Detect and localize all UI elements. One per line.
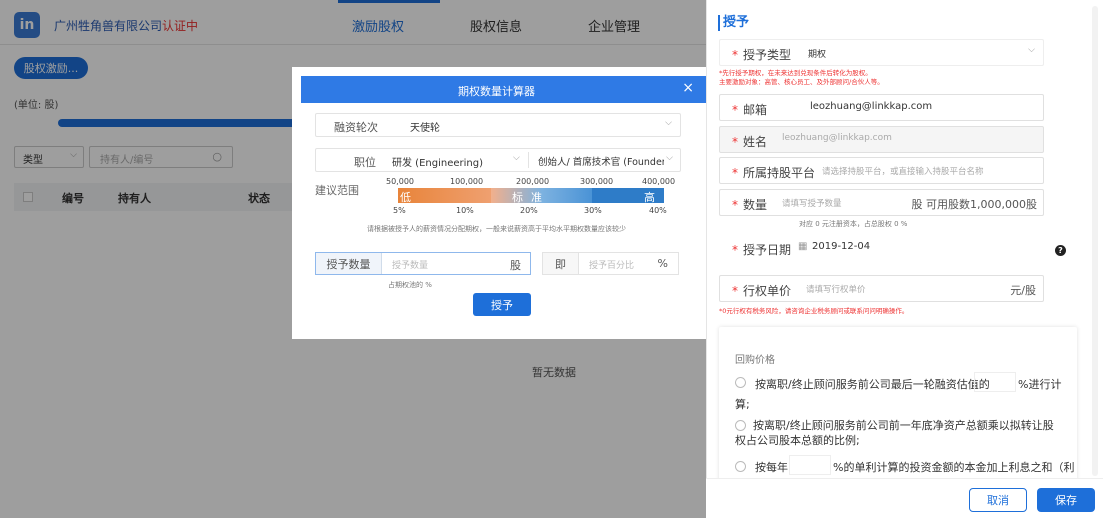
grant-date-field[interactable]: * 授予日期 ▦ 2019-12-04 [719, 234, 1044, 261]
range-hint: 请根据被授予人的薪资情况分配期权，一般来说薪资高于平均水平期权数量应该较少 [367, 225, 626, 233]
grant-qty-placeholder[interactable]: 授予数量 [392, 258, 428, 271]
buyback-option-3-input[interactable] [789, 455, 831, 475]
grant-ratio-field[interactable]: 即 授予百分比 % [542, 252, 679, 275]
tick-top: 200,000 [516, 177, 550, 186]
grant-type-label: * 授予类型 [732, 48, 792, 62]
buyback-option-1-text-c: 算; [735, 398, 750, 411]
tick-bottom: 30% [584, 206, 602, 215]
email-label: * 邮箱 [732, 103, 768, 117]
buyback-option-3-radio[interactable] [735, 461, 746, 472]
grant-date-value[interactable]: 2019-12-04 [812, 241, 870, 252]
dept-value[interactable]: 研发 (Engineering) [392, 154, 483, 169]
exercise-price-placeholder[interactable]: 请填写行权单价 [806, 283, 866, 295]
buyback-option-3-text-b: %的单利计算的投资金额的本金加上利息之和（利 [833, 461, 1075, 474]
platform-label: * 所属持股平台 [732, 166, 816, 180]
panel-scrollbar[interactable] [1092, 6, 1098, 476]
tick-bottom: 40% [649, 206, 667, 215]
platform-field[interactable]: * 所属持股平台 请选择持股平台，或直接输入持股平台名称 [719, 157, 1044, 184]
quantity-suffix: 股 可用股数1,000,000股 [911, 198, 1037, 211]
calculator-header: 期权数量计算器 × [301, 76, 706, 103]
range-low-label: 低 [400, 191, 411, 204]
panel-title: 授予 [718, 15, 749, 31]
email-value[interactable]: leozhuang@linkkap.com [810, 101, 932, 112]
tick-top: 50,000 [386, 177, 414, 186]
range-low: 低 [398, 188, 491, 204]
name-label: * 姓名 [732, 135, 768, 149]
tick-bottom: 10% [456, 206, 474, 215]
close-icon[interactable]: × [682, 80, 694, 96]
round-value: 天使轮 [410, 123, 440, 134]
role-value[interactable]: 创始人/ 首席技术官 (Founder, [538, 154, 664, 168]
pool-share-note: 占期权池的 % [388, 281, 432, 289]
chevron-down-icon: ⌵ [666, 153, 673, 163]
exercise-price-label: * 行权单价 [732, 284, 792, 298]
chevron-down-icon: ⌵ [665, 118, 672, 128]
buyback-option-1-input[interactable] [974, 372, 1016, 392]
range-ticks-bottom: 5% 10% 20% 30% 40% [393, 206, 683, 216]
buyback-option-1-text-b: %进行计 [1018, 378, 1062, 391]
range-label: 建议范围 [315, 184, 359, 197]
quantity-note: 对应 0 元注册资本，占总股权 0 % [799, 220, 908, 228]
round-label: 融资轮次 [334, 121, 378, 134]
email-field[interactable]: * 邮箱 leozhuang@linkkap.com [719, 94, 1044, 121]
buyback-option-1-radio[interactable] [735, 377, 746, 388]
range-ticks-top: 50,000 100,000 200,000 300,000 400,000 [386, 177, 676, 187]
select-divider [528, 152, 529, 168]
buyback-option-3-text-a: 按每年 [755, 461, 788, 474]
buyback-option-1-text-a: 按离职/终止顾问服务前公司最后一轮融资估值的 [755, 378, 990, 391]
notice-line: *先行授予期权，在未来达到兑现条件后转化为股权。 [719, 69, 872, 77]
grant-type-notice: *先行授予期权，在未来达到兑现条件后转化为股权。 主要激励对象：高管、核心员工、… [719, 69, 884, 87]
position-label: 职位 [354, 156, 376, 169]
quantity-placeholder[interactable]: 请填写授予数量 [782, 197, 842, 209]
range-bar: 低 标准 高 [398, 188, 664, 204]
exercise-price-unit: 元/股 [1010, 284, 1036, 297]
calculator-title: 期权数量计算器 [458, 85, 535, 98]
grant-type-value: 期权 [808, 50, 827, 60]
grant-ratio-label: 即 [543, 253, 579, 274]
grant-ratio-placeholder[interactable]: 授予百分比 [589, 258, 634, 271]
chevron-down-icon: ⌵ [1028, 45, 1035, 55]
name-field: * 姓名 leozhuang@linkkap.com [719, 126, 1044, 153]
range-std-label-2: 准 [531, 191, 542, 204]
grant-ratio-unit: % [657, 257, 668, 270]
platform-placeholder[interactable]: 请选择持股平台，或直接输入持股平台名称 [822, 165, 984, 177]
calendar-icon[interactable]: ▦ [798, 241, 807, 252]
grant-button[interactable]: 授予 [473, 293, 531, 316]
tick-top: 400,000 [642, 177, 676, 186]
name-value: leozhuang@linkkap.com [782, 133, 892, 143]
help-icon[interactable]: ? [1055, 245, 1066, 256]
range-standard: 标准 [491, 188, 592, 204]
range-high: 高 [592, 188, 664, 204]
grant-qty-label: 授予数量 [316, 253, 382, 274]
notice-line: 主要激励对象：高管、核心员工、及外部顾问/合伙人等。 [719, 78, 884, 86]
range-high-label: 高 [644, 191, 655, 204]
chevron-down-icon: ⌵ [513, 153, 520, 163]
quantity-field[interactable]: * 数量 请填写授予数量 股 可用股数1,000,000股 [719, 189, 1044, 216]
quantity-label: * 数量 [732, 198, 768, 212]
grant-qty-field[interactable]: 授予数量 授予数量 股 [315, 252, 531, 275]
range-std-label-1: 标 [512, 191, 523, 204]
tick-top: 100,000 [450, 177, 484, 186]
buyback-option-2-text: 按离职/终止顾问服务前公司前一年底净资产总额乘以拟转让股权占公司股本总额的比例; [735, 419, 1054, 447]
buyback-title: 回购价格 [735, 355, 775, 366]
tick-top: 300,000 [580, 177, 614, 186]
position-select[interactable]: 职位 研发 (Engineering) ⌵ 创始人/ 首席技术官 (Founde… [315, 148, 681, 172]
round-select[interactable]: 融资轮次 天使轮 ⌵ [315, 113, 681, 137]
tick-bottom: 20% [520, 206, 538, 215]
save-button[interactable]: 保存 [1037, 488, 1095, 512]
cancel-button[interactable]: 取消 [969, 488, 1027, 512]
exercise-price-field[interactable]: * 行权单价 请填写行权单价 元/股 [719, 275, 1044, 302]
grant-qty-unit: 股 [510, 259, 521, 272]
tax-note: *0元行权有税务风险，请咨询企业税务顾问或联系问问明确操作。 [719, 307, 909, 315]
grant-type-select[interactable]: * 授予类型 期权 ⌵ [719, 39, 1044, 66]
grant-date-label: * 授予日期 [732, 243, 792, 257]
tick-bottom: 5% [393, 206, 406, 215]
panel-title-text: 授予 [723, 15, 750, 30]
